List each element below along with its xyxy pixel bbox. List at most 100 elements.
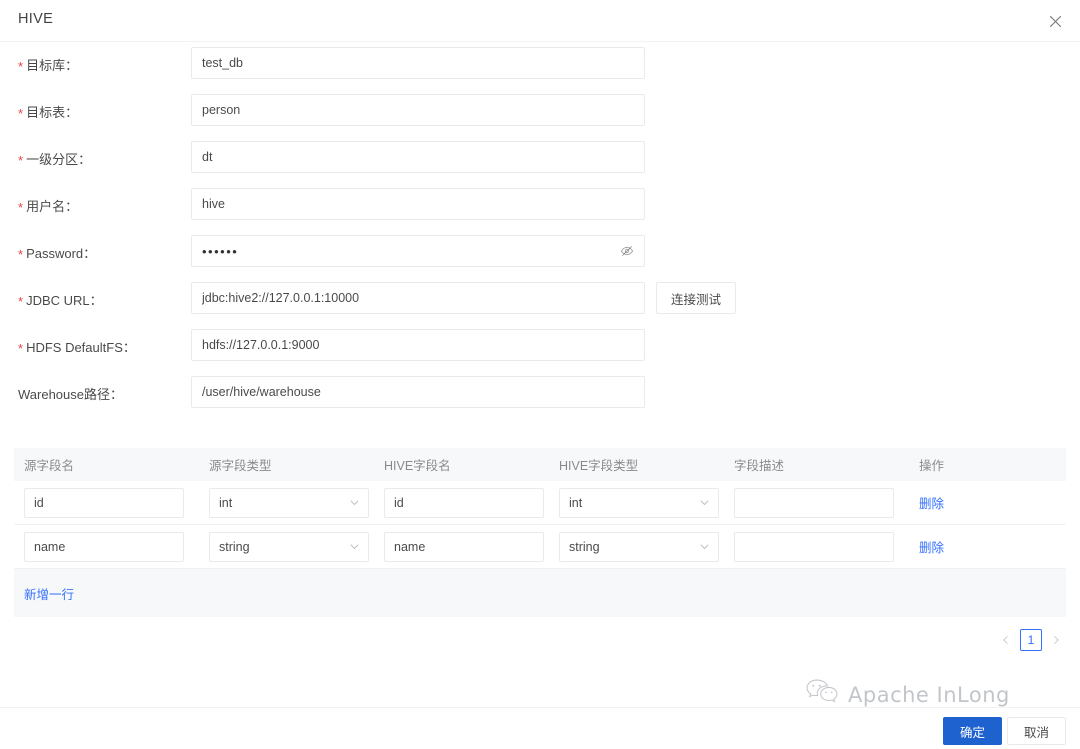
cell-hive-name: id [374,487,549,518]
target-table-input[interactable]: person [191,94,645,126]
form-row-username: * 用户名： hive [0,183,1080,230]
cell-hive-type: int [549,487,724,518]
hive-config-dialog: HIVE * 目标库： test_db * 目标表： person * 一级分区… [0,0,1080,749]
column-header-source-name: 源字段名 [24,459,75,473]
label-target-db: * 目标库： [18,58,79,74]
source-name-value: id [34,495,44,510]
cell-source-type: int [199,487,374,518]
cell-action: 删除 [909,537,1029,557]
description-input[interactable] [734,531,894,562]
username-input[interactable]: hive [191,188,645,220]
hive-type-select[interactable]: int [559,487,719,518]
column-header-description: 字段描述 [734,459,785,473]
chevron-left-icon[interactable] [998,629,1014,651]
hive-form: *目标库： test_db *目标表： person *一级分区： dt [0,42,1080,418]
close-icon[interactable] [1042,8,1068,34]
form-row-target-table: * 目标表： person [0,89,1080,136]
form-row-hdfs-defaultfs: * HDFS DefaultFS： hdfs://127.0.0.1:9000 [0,324,1080,371]
table-row: id int id int 删除 [14,481,1066,525]
cell-description [724,487,909,518]
column-header-action: 操作 [919,459,945,473]
dialog-footer: 确定 取消 [0,707,1080,749]
password-input[interactable]: •••••• [191,235,645,267]
hive-type-value: int [569,495,583,510]
watermark-text: Apache InLong [848,682,1010,707]
hive-name-input[interactable]: id [384,487,544,518]
primary-partition-input[interactable]: dt [191,141,645,173]
label-password: * Password： [18,246,97,262]
chevron-down-icon [699,541,710,552]
form-row-primary-partition: * 一级分区： dt [0,136,1080,183]
source-type-select[interactable]: string [209,531,369,562]
label-hdfs-defaultfs: * HDFS DefaultFS： [18,340,136,356]
target-db-value: test_db [202,56,244,70]
source-name-input[interactable]: name [24,531,184,562]
hive-name-input[interactable]: name [384,531,544,562]
column-header-hive-type: HIVE字段类型 [559,459,639,473]
dialog-header: HIVE [0,0,1080,42]
jdbc-url-input[interactable]: jdbc:hive2://127.0.0.1:10000 [191,282,645,314]
required-asterisk: * [18,59,24,74]
required-asterisk: * [18,200,24,215]
form-row-warehouse-path: Warehouse路径： /user/hive/warehouse [0,371,1080,418]
hive-type-select[interactable]: string [559,531,719,562]
primary-partition-value: dt [202,150,213,164]
form-row-password: * Password： •••••• [0,230,1080,277]
password-value: •••••• [202,243,239,259]
source-name-value: name [34,539,66,554]
required-asterisk: * [18,106,24,121]
form-row-jdbc-url: * JDBC URL： jdbc:hive2://127.0.0.1:10000 … [0,277,1080,324]
cell-source-type: string [199,531,374,562]
label-username: * 用户名： [18,199,79,215]
pagination-page-1[interactable]: 1 [1020,629,1042,651]
source-type-select[interactable]: int [209,487,369,518]
delete-row-link[interactable]: 删除 [919,541,944,555]
chevron-down-icon [349,497,360,508]
eye-invisible-icon[interactable] [620,244,634,258]
cell-hive-name: name [374,531,549,562]
column-header-hive-name: HIVE字段名 [384,459,451,473]
source-type-value: string [219,539,250,554]
hive-name-value: id [394,495,404,510]
label-warehouse-path: Warehouse路径： [18,387,123,402]
chevron-down-icon [349,541,360,552]
source-type-value: int [219,495,233,510]
required-asterisk: * [18,341,24,356]
label-target-table: * 目标表： [18,105,79,121]
warehouse-path-input[interactable]: /user/hive/warehouse [191,376,645,408]
description-input[interactable] [734,487,894,518]
pagination: 1 [998,629,1064,651]
dialog-title: HIVE [18,11,54,27]
warehouse-path-value: /user/hive/warehouse [202,385,321,399]
chevron-right-icon[interactable] [1048,629,1064,651]
required-asterisk: * [18,247,24,262]
form-row-target-db: * 目标库： test_db [0,42,1080,89]
cell-source-name: name [14,531,199,562]
table-row: name string name string 删除 [14,525,1066,569]
required-asterisk: * [18,153,24,168]
table-footer: 新增一行 [14,569,1066,617]
delete-row-link[interactable]: 删除 [919,497,944,511]
hive-name-value: name [394,539,426,554]
test-connection-button[interactable]: 连接测试 [656,282,737,314]
table-header-row: 源字段名 源字段类型 HIVE字段名 HIVE字段类型 字段描述 操作 [14,448,1066,481]
field-mapping-table: 源字段名 源字段类型 HIVE字段名 HIVE字段类型 字段描述 操作 id i… [14,448,1066,617]
required-asterisk: * [18,294,24,309]
cell-action: 删除 [909,493,1029,513]
source-name-input[interactable]: id [24,487,184,518]
target-table-value: person [202,103,241,117]
cell-description [724,531,909,562]
cell-source-name: id [14,487,199,518]
hdfs-defaultfs-input[interactable]: hdfs://127.0.0.1:9000 [191,329,645,361]
confirm-button[interactable]: 确定 [942,717,1002,745]
column-header-source-type: 源字段类型 [209,459,272,473]
add-row-link[interactable]: 新增一行 [24,584,74,603]
jdbc-url-value: jdbc:hive2://127.0.0.1:10000 [202,291,360,305]
cancel-button[interactable]: 取消 [1006,717,1066,745]
cell-hive-type: string [549,531,724,562]
label-primary-partition: * 一级分区： [18,152,92,168]
target-db-input[interactable]: test_db [191,47,645,79]
chevron-down-icon [699,497,710,508]
username-value: hive [202,197,225,211]
hdfs-defaultfs-value: hdfs://127.0.0.1:9000 [202,338,320,352]
